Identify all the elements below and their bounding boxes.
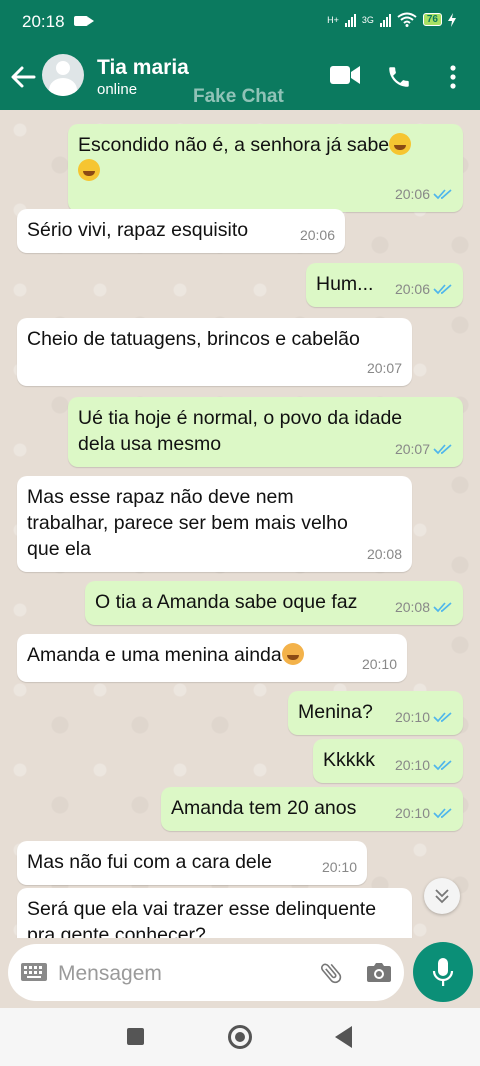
message-bubble[interactable]: Será que ela vai trazer esse delinquente… xyxy=(17,888,412,938)
message-bubble[interactable]: O tia a Amanda sabe oque faz 20:08 xyxy=(85,581,463,625)
network-type-1: H+ xyxy=(327,14,339,25)
watermark-text: Fake Chat xyxy=(193,86,284,107)
message-time: 20:07 xyxy=(394,441,430,457)
message-text: Será que ela vai trazer esse delinquente… xyxy=(27,898,377,938)
message-time: 20:10 xyxy=(394,709,430,725)
read-receipt-icon xyxy=(433,189,452,200)
message-input-bar xyxy=(0,938,480,1008)
video-recording-icon xyxy=(74,16,94,26)
read-receipt-icon xyxy=(433,712,452,723)
message-bubble[interactable]: Ué tia hoje é normal, o povo da idade de… xyxy=(68,397,463,467)
message-text: Hum... xyxy=(316,273,374,295)
message-text: O tia a Amanda sabe oque faz xyxy=(95,591,358,613)
message-text: Amanda tem 20 anos xyxy=(171,797,357,819)
message-text: Menina? xyxy=(298,701,373,723)
message-time: 20:07 xyxy=(366,360,402,376)
back-arrow-icon[interactable] xyxy=(8,62,38,92)
message-time: 20:08 xyxy=(394,599,430,615)
message-bubble[interactable]: Mas não fui com a cara dele 20:10 xyxy=(17,841,367,885)
message-time: 20:10 xyxy=(394,805,430,821)
message-bubble[interactable]: Amanda e uma menina ainda 20:10 xyxy=(17,634,407,682)
contact-avatar[interactable] xyxy=(42,54,84,96)
tired-face-emoji-icon xyxy=(281,643,304,665)
signal-icon-2 xyxy=(379,13,391,27)
message-time: 20:08 xyxy=(366,546,402,562)
back-button[interactable] xyxy=(335,1026,352,1048)
message-text: Kkkkk xyxy=(323,749,376,771)
camera-icon[interactable] xyxy=(366,961,392,983)
message-bubble[interactable]: Kkkkk 20:10 xyxy=(313,739,463,783)
microphone-icon xyxy=(432,958,454,986)
voice-record-button[interactable] xyxy=(413,942,473,1002)
message-text: Mas esse rapaz não deve nem trabalhar, p… xyxy=(27,486,348,560)
read-receipt-icon xyxy=(433,602,452,613)
battery-indicator: 76 xyxy=(422,13,442,26)
message-time: 20:06 xyxy=(394,186,430,202)
status-bar: 20:18 H+ 3G 76 xyxy=(0,0,480,44)
chat-area[interactable]: Escondido não é, a senhora já sabe 20:06… xyxy=(0,110,480,938)
read-receipt-icon xyxy=(433,284,452,295)
message-bubble[interactable]: Menina? 20:10 xyxy=(288,691,463,735)
network-type-2: 3G xyxy=(361,14,374,25)
scroll-to-bottom-button[interactable] xyxy=(424,878,460,914)
contact-name[interactable]: Tia maria xyxy=(97,56,189,80)
status-time: 20:18 xyxy=(22,12,65,31)
keyboard-icon[interactable] xyxy=(21,963,47,981)
phone-call-icon[interactable] xyxy=(386,64,412,90)
attachment-clip-icon[interactable] xyxy=(318,959,344,987)
contact-status: online xyxy=(97,81,138,98)
charging-bolt-icon xyxy=(448,12,456,27)
status-indicators: H+ 3G 76 xyxy=(327,12,456,27)
recent-apps-button[interactable] xyxy=(127,1028,144,1045)
message-text: Cheio de tatuagens, brincos e cabelão xyxy=(27,328,360,350)
message-text: Escondido não é, a senhora já sabe xyxy=(78,134,390,156)
video-call-icon[interactable] xyxy=(330,64,360,86)
message-bubble[interactable]: Mas esse rapaz não deve nem trabalhar, p… xyxy=(17,476,412,572)
message-bubble[interactable]: Sério vivi, rapaz esquisito 20:06 xyxy=(17,209,345,253)
message-box[interactable] xyxy=(8,944,404,1001)
joy-emoji-icon xyxy=(389,133,412,155)
double-chevron-down-icon xyxy=(435,889,449,904)
message-time: 20:06 xyxy=(299,227,335,243)
message-bubble[interactable]: Cheio de tatuagens, brincos e cabelão 20… xyxy=(17,318,412,386)
joy-emoji-icon xyxy=(78,159,100,181)
system-nav-bar xyxy=(0,1008,480,1066)
message-time: 20:06 xyxy=(394,281,430,297)
message-bubble[interactable]: Escondido não é, a senhora já sabe 20:06 xyxy=(68,124,463,212)
message-bubble[interactable]: Hum... 20:06 xyxy=(306,263,463,307)
read-receipt-icon xyxy=(433,444,452,455)
message-text: Amanda e uma menina ainda xyxy=(27,644,282,666)
message-input[interactable] xyxy=(56,958,300,990)
message-time: 20:10 xyxy=(394,757,430,773)
home-button[interactable] xyxy=(228,1025,252,1049)
message-time: 20:10 xyxy=(361,656,397,672)
wifi-icon xyxy=(397,12,417,27)
message-bubble[interactable]: Amanda tem 20 anos 20:10 xyxy=(161,787,463,831)
signal-icon-1 xyxy=(344,13,356,27)
read-receipt-icon xyxy=(433,808,452,819)
message-text: Mas não fui com a cara dele xyxy=(27,851,272,873)
message-text: Sério vivi, rapaz esquisito xyxy=(27,219,249,241)
more-options-icon[interactable] xyxy=(446,64,460,90)
chat-header: Tia maria online Fake Chat xyxy=(0,44,480,110)
message-time: 20:10 xyxy=(321,859,357,875)
read-receipt-icon xyxy=(433,760,452,771)
message-text: Ué tia hoje é normal, o povo da idade de… xyxy=(78,407,403,455)
